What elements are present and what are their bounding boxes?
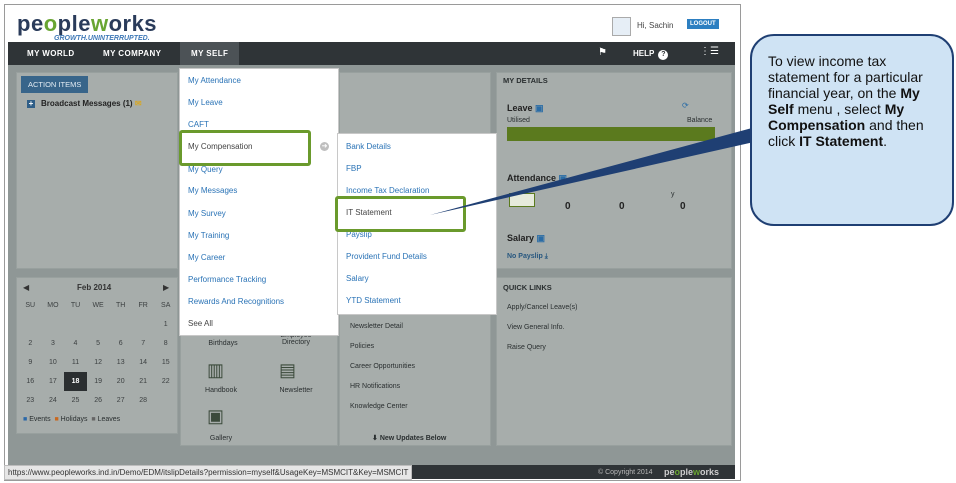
callout-bold-3: IT Statement	[799, 133, 884, 149]
callout-text-4: .	[883, 133, 888, 149]
callout-text: To view income tax statement for a parti…	[768, 53, 940, 149]
callout-text-2: menu , select	[793, 101, 885, 117]
copyright: © Copyright 2014	[598, 469, 653, 476]
status-bar-url: https://www.peopleworks.ind.in/Demo/EDM/…	[4, 465, 413, 480]
footer-logo[interactable]: peopleworks	[664, 467, 719, 477]
